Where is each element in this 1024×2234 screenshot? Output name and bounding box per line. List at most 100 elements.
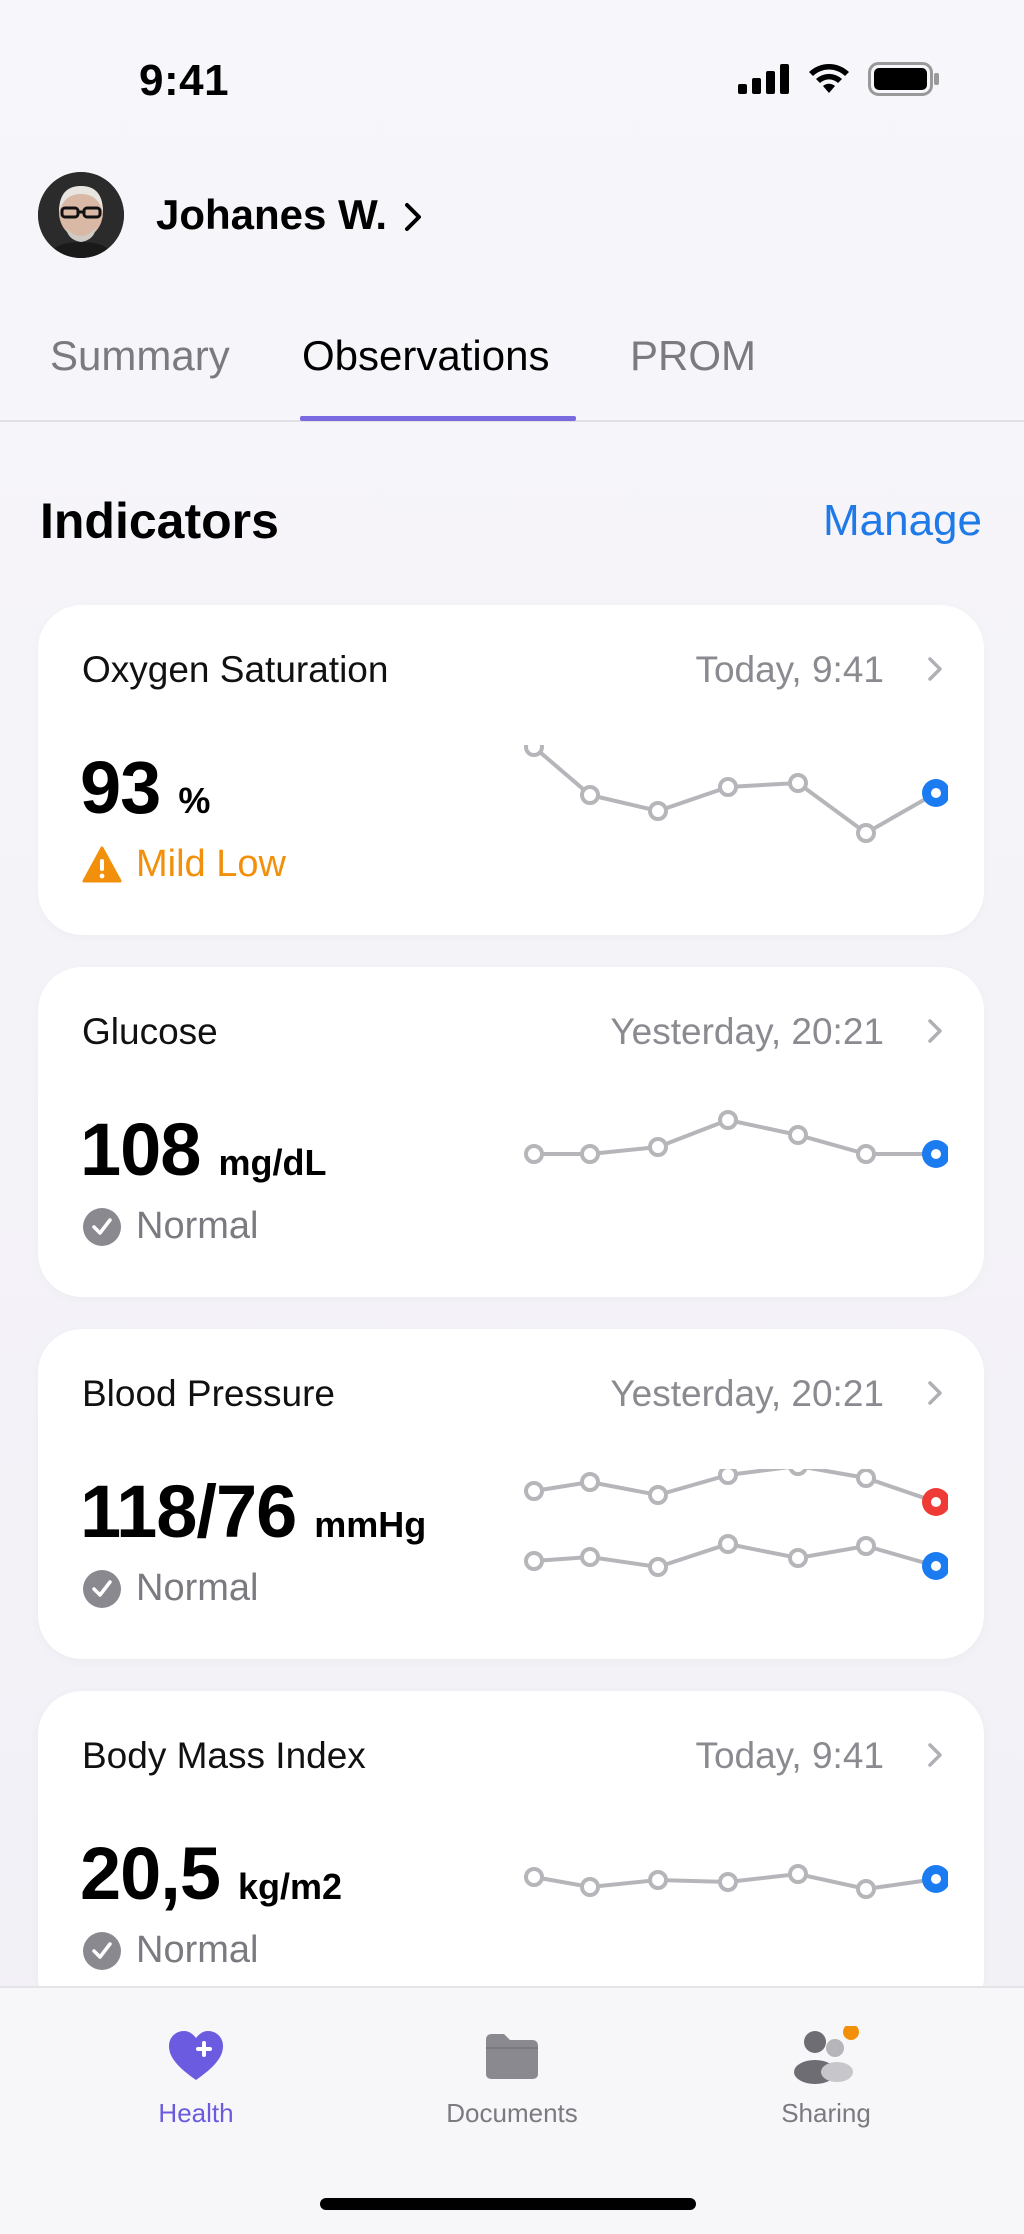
trend-point (718, 1110, 738, 1130)
trend-sparkline (524, 745, 948, 843)
profile-header[interactable]: Johanes W. (38, 172, 423, 258)
value-unit: mmHg (314, 1504, 427, 1545)
trend-point (856, 1536, 876, 1556)
chevron-right-icon (405, 203, 422, 231)
notification-dot (843, 2026, 859, 2040)
trend-point (788, 1469, 808, 1476)
trend-sparkline-dual (524, 1469, 948, 1580)
tab-bar: Health Documents Sharing (0, 1986, 1024, 2234)
status-label: Normal (82, 1205, 258, 1248)
trend-point (524, 1867, 544, 1887)
trend-point (718, 777, 738, 797)
signal-icon (738, 64, 789, 94)
trend-point (856, 1144, 876, 1164)
trend-point (648, 1485, 668, 1505)
card-timestamp: Today, 9:41 (695, 649, 884, 690)
status-text: Normal (136, 1567, 259, 1609)
status-icons (738, 62, 940, 96)
status-time: 9:41 (139, 56, 230, 105)
trend-point (718, 1872, 738, 1892)
trend-point (580, 1547, 600, 1567)
card-timestamp: Yesterday, 20:21 (610, 1011, 884, 1052)
battery-icon (868, 62, 939, 96)
value-number: 108 (80, 1108, 201, 1191)
tabbar-item-documents[interactable]: Documents (402, 2026, 622, 2129)
trend-point (718, 1469, 738, 1485)
tabbar-item-health[interactable]: Health (86, 2026, 306, 2129)
trend-point (788, 1125, 808, 1145)
avatar (38, 172, 124, 258)
card-value: 118/76 mmHg (80, 1469, 426, 1554)
tabbar-label: Documents (446, 2098, 578, 2128)
card-value: 93 % (80, 745, 210, 830)
trend-point (856, 1469, 876, 1488)
card-value: 20,5 kg/m2 (80, 1831, 342, 1916)
status-bar: 9:41 (0, 0, 1024, 130)
section-title: Indicators (40, 493, 279, 549)
tabbar-label: Health (158, 2098, 234, 2128)
tab-summary[interactable]: Summary (50, 332, 230, 380)
people-icon (794, 2026, 859, 2084)
trend-point (648, 1870, 668, 1890)
checkmark-circle-icon (83, 1931, 121, 1970)
heart-plus-icon (169, 2031, 223, 2080)
tabs: Summary Observations PROM (0, 320, 1024, 422)
trend-point (788, 1548, 808, 1568)
value-unit: mg/dL (218, 1142, 327, 1183)
indicator-card-oxygen-saturation[interactable]: Oxygen Saturation Today, 9:41 93 % Mild … (38, 605, 984, 935)
trend-point (788, 773, 808, 793)
trend-sparkline (524, 1110, 948, 1168)
value-number: 93 (80, 746, 161, 829)
indicator-card-glucose[interactable]: Glucose Yesterday, 20:21 108 mg/dL Norma… (38, 967, 984, 1297)
chevron-right-icon (928, 1743, 942, 1767)
manage-button[interactable]: Manage (823, 496, 982, 546)
card-timestamp: Today, 9:41 (695, 1735, 884, 1776)
chevron-right-icon (928, 1381, 942, 1405)
card-title: Body Mass Index (82, 1735, 366, 1776)
status-label: Normal (82, 1567, 258, 1610)
trend-point (524, 1551, 544, 1571)
tab-prom[interactable]: PROM (630, 332, 756, 380)
card-value: 108 mg/dL (80, 1107, 326, 1192)
value-unit: % (178, 780, 211, 821)
tabbar-item-sharing[interactable]: Sharing (716, 2026, 936, 2129)
wifi-icon (809, 64, 849, 93)
trend-point (788, 1864, 808, 1884)
status-label: Normal (82, 1929, 258, 1972)
screen: 9:41 Johanes W. Summary Observations PRO… (0, 0, 1024, 2234)
warning-icon (82, 846, 122, 882)
card-title: Blood Pressure (82, 1373, 335, 1414)
trend-point (580, 1877, 600, 1897)
trend-point (648, 1137, 668, 1157)
value-number: 20,5 (80, 1832, 221, 1915)
card-title: Oxygen Saturation (82, 649, 389, 690)
status-text: Normal (136, 1929, 259, 1971)
trend-point (718, 1534, 738, 1554)
value-number: 118/76 (80, 1470, 297, 1553)
checkmark-circle-icon (83, 1569, 121, 1608)
card-title: Glucose (82, 1011, 218, 1052)
trend-point (648, 1557, 668, 1577)
trend-point (524, 1481, 544, 1501)
indicator-card-blood-pressure[interactable]: Blood Pressure Yesterday, 20:21 118/76 m… (38, 1329, 984, 1659)
trend-point (856, 1879, 876, 1899)
profile-name: Johanes W. (156, 191, 388, 238)
trend-sparkline (524, 1864, 948, 1899)
tabbar-label: Sharing (781, 2098, 871, 2128)
status-label: Mild Low (82, 843, 286, 886)
indicator-card-body-mass-index[interactable]: Body Mass Index Today, 9:41 20,5 kg/m2 N… (38, 1691, 984, 2021)
folder-icon (486, 2034, 538, 2079)
trend-point (856, 823, 876, 843)
home-indicator[interactable] (320, 2198, 696, 2210)
value-unit: kg/m2 (238, 1866, 343, 1907)
trend-point (524, 1144, 544, 1164)
trend-point (648, 801, 668, 821)
status-text: Normal (136, 1205, 259, 1247)
checkmark-circle-icon (83, 1207, 121, 1246)
tab-observations[interactable]: Observations (302, 332, 549, 380)
status-text: Mild Low (136, 843, 286, 885)
trend-point (580, 1144, 600, 1164)
card-timestamp: Yesterday, 20:21 (610, 1373, 884, 1414)
trend-point (524, 745, 544, 757)
trend-point (580, 785, 600, 805)
